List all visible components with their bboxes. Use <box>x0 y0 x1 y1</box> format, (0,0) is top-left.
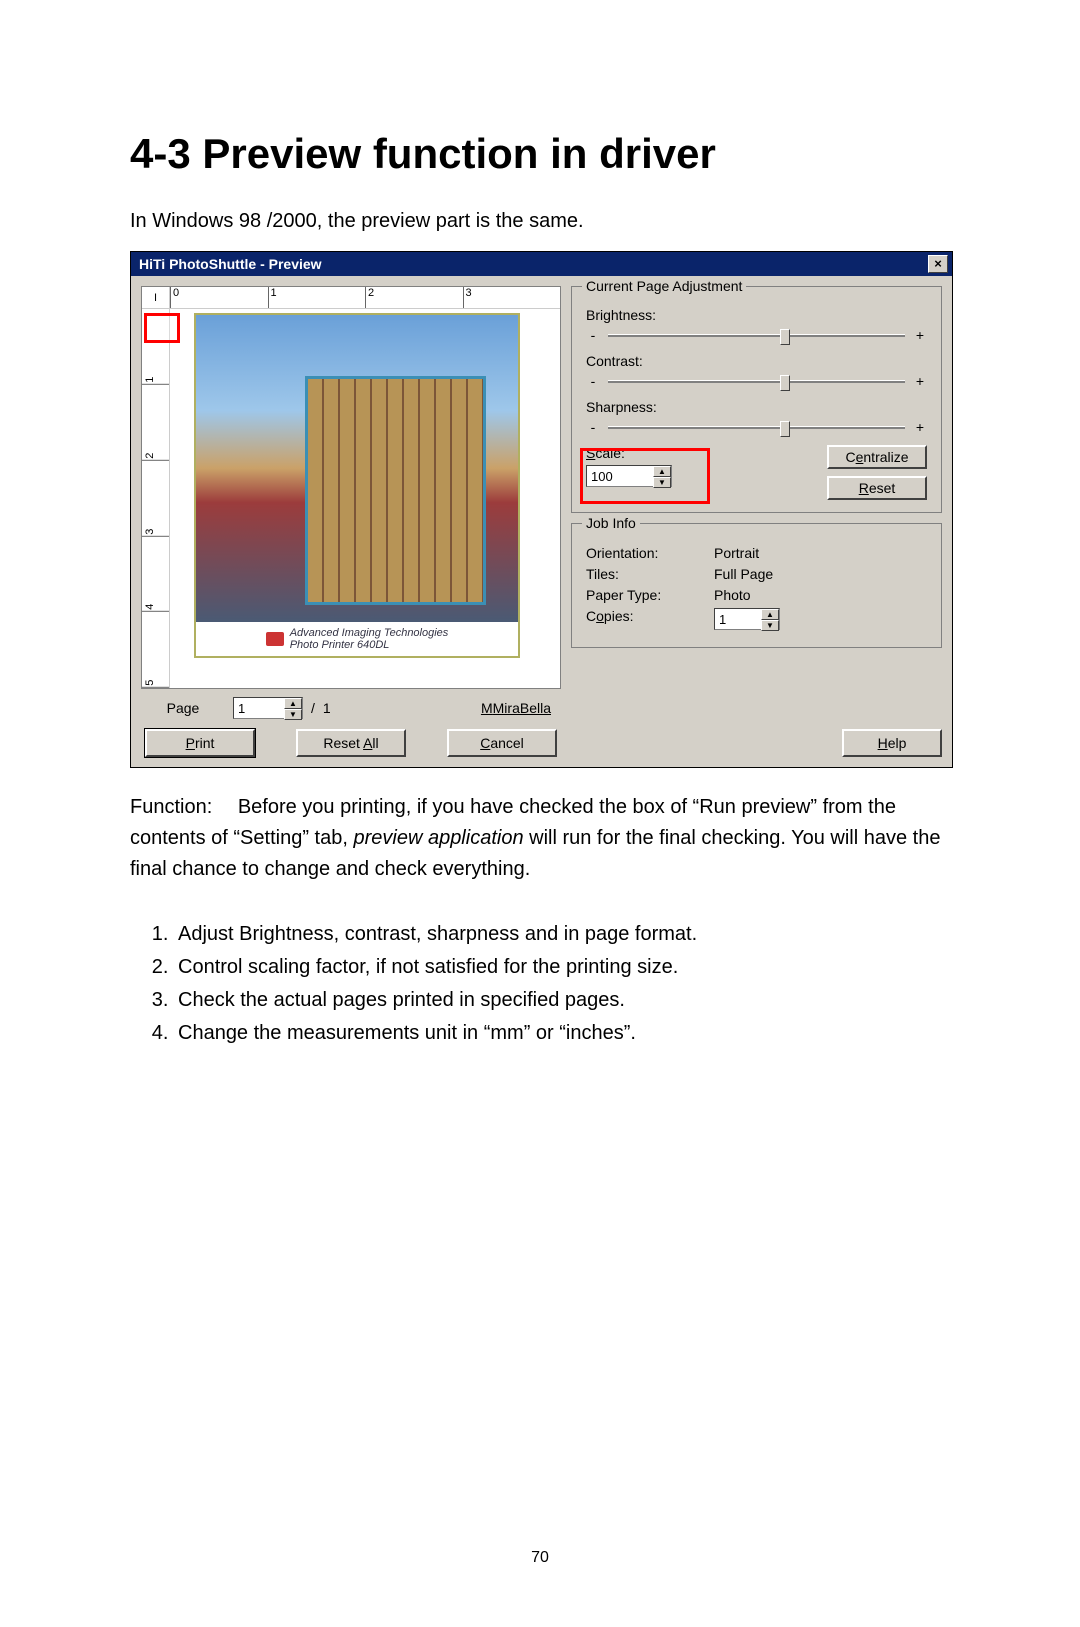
spin-up-icon[interactable]: ▲ <box>653 466 671 477</box>
page-selector-row: Page ▲ ▼ / 1 MMiraBellaMiraBella <box>141 697 561 719</box>
photo-footer: Advanced Imaging Technologies Photo Prin… <box>196 622 518 656</box>
ruler-h-tick: 1 <box>268 287 366 308</box>
intro-text: In Windows 98 /2000, the preview part is… <box>130 206 950 237</box>
minus-icon: - <box>586 419 600 435</box>
footer-line1: Advanced Imaging Technologies <box>290 627 449 639</box>
spin-down-icon[interactable]: ▼ <box>761 620 779 631</box>
page-label: Page <box>141 700 225 716</box>
vertical-ruler: 1 2 3 4 5 <box>142 309 170 688</box>
papertype-label: Paper Type: <box>586 587 714 603</box>
minus-icon: - <box>586 373 600 389</box>
building-graphic <box>305 376 485 604</box>
mirabella-link[interactable]: MMiraBellaMiraBella <box>481 700 551 716</box>
spin-up-icon[interactable]: ▲ <box>761 609 779 620</box>
ruler-v-tick: 2 <box>142 385 169 461</box>
ruler-unit: I <box>142 287 170 309</box>
list-item: Check the actual pages printed in specif… <box>174 985 950 1016</box>
spin-down-icon[interactable]: ▼ <box>653 477 671 488</box>
contrast-slider[interactable] <box>608 380 905 383</box>
titlebar: HiTi PhotoShuttle - Preview × <box>131 252 952 276</box>
centralize-button[interactable]: Centralize <box>827 445 927 469</box>
section-heading: 4-3 Preview function in driver <box>130 130 950 178</box>
scale-label: Scale: <box>586 445 807 461</box>
ruler-v-tick: 5 <box>142 612 169 688</box>
close-icon[interactable]: × <box>928 255 948 273</box>
brightness-slider[interactable] <box>608 334 905 337</box>
copies-input[interactable] <box>715 609 761 629</box>
slider-thumb[interactable] <box>780 421 790 437</box>
plus-icon: + <box>913 373 927 389</box>
function-label: Function: <box>130 796 212 818</box>
ruler-h-tick: 0 <box>170 287 268 308</box>
horizontal-ruler: I 0 1 2 3 <box>142 287 560 309</box>
scale-input[interactable] <box>587 466 653 486</box>
page-spinner[interactable]: ▲ ▼ <box>233 697 303 719</box>
preview-dialog-screenshot: HiTi PhotoShuttle - Preview × I 0 1 2 3 <box>130 251 953 768</box>
minus-icon: - <box>586 327 600 343</box>
jobinfo-group: Orientation:Portrait Tiles:Full Page Pap… <box>571 523 942 648</box>
list-item: Control scaling factor, if not satisfied… <box>174 952 950 983</box>
orientation-label: Orientation: <box>586 545 714 561</box>
contrast-label: Contrast: <box>586 353 927 369</box>
list-item: Adjust Brightness, contrast, sharpness a… <box>174 919 950 950</box>
feature-list: Adjust Brightness, contrast, sharpness a… <box>130 919 950 1049</box>
plus-icon: + <box>913 419 927 435</box>
spin-down-icon[interactable]: ▼ <box>284 709 302 720</box>
preview-area: I 0 1 2 3 1 2 3 4 <box>141 286 561 689</box>
tiles-label: Tiles: <box>586 566 714 582</box>
print-button[interactable]: Print <box>145 729 255 757</box>
tiles-value: Full Page <box>714 566 773 582</box>
list-item: Change the measurements unit in “mm” or … <box>174 1018 950 1049</box>
cancel-button[interactable]: Cancel <box>447 729 557 757</box>
preview-canvas[interactable]: Advanced Imaging Technologies Photo Prin… <box>170 309 560 688</box>
footer-line2: Photo Printer 640DL <box>290 639 449 651</box>
copies-label: Copies: <box>586 608 714 630</box>
window-title: HiTi PhotoShuttle - Preview <box>139 256 928 272</box>
highlight-box-ruler <box>144 313 180 343</box>
sharpness-slider[interactable] <box>608 426 905 429</box>
reset-all-button[interactable]: Reset All <box>296 729 406 757</box>
function-text-em: preview application <box>353 827 523 849</box>
ruler-h-tick: 2 <box>365 287 463 308</box>
sharpness-label: Sharpness: <box>586 399 927 415</box>
reset-button[interactable]: Reset <box>827 476 927 500</box>
papertype-value: Photo <box>714 587 751 603</box>
page-input[interactable] <box>234 698 284 718</box>
help-button[interactable]: Help <box>842 729 942 757</box>
scale-spinner[interactable]: ▲ ▼ <box>586 465 672 487</box>
copies-spinner[interactable]: ▲ ▼ <box>714 608 780 630</box>
orientation-value: Portrait <box>714 545 759 561</box>
slider-thumb[interactable] <box>780 329 790 345</box>
preview-photo: Advanced Imaging Technologies Photo Prin… <box>194 313 520 658</box>
hiti-logo-icon <box>266 632 284 646</box>
brightness-label: Brightness: <box>586 307 927 323</box>
page-slash: / <box>311 700 315 716</box>
ruler-v-tick: 4 <box>142 536 169 612</box>
slider-thumb[interactable] <box>780 375 790 391</box>
ruler-v-tick: 3 <box>142 461 169 537</box>
page-number: 70 <box>130 1549 950 1567</box>
spin-up-icon[interactable]: ▲ <box>284 698 302 709</box>
page-total: 1 <box>323 700 331 716</box>
adjustment-group: Brightness: - + Contrast: - + <box>571 286 942 513</box>
function-paragraph: Function: Before you printing, if you ha… <box>130 792 950 885</box>
plus-icon: + <box>913 327 927 343</box>
ruler-h-tick: 3 <box>463 287 561 308</box>
